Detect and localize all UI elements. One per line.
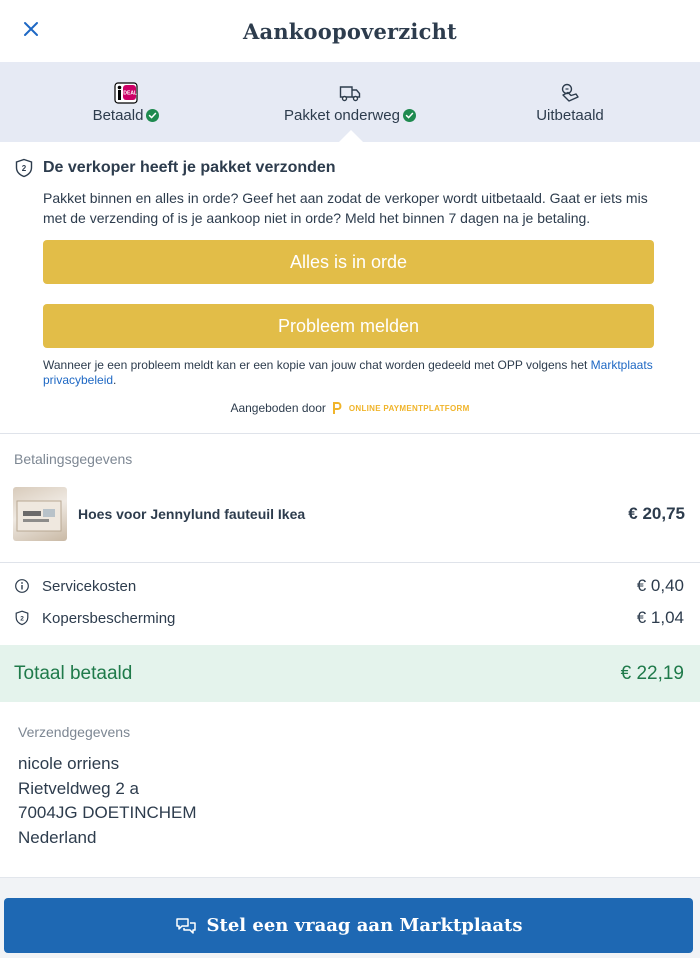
step-betaald: IDEAL Betaald [76, 62, 176, 142]
step-label: Uitbetaald [536, 107, 604, 124]
step-label: Pakket onderweg [284, 107, 400, 124]
address-name: nicole orriens [18, 754, 120, 773]
chat-bubbles-icon [175, 917, 196, 934]
svg-text:IDEAL: IDEAL [122, 91, 137, 97]
ask-question-button[interactable]: Stel een vraag aan Marktplaats [4, 898, 693, 953]
svg-text:2: 2 [22, 164, 27, 173]
shield-icon: 2 [15, 158, 33, 178]
page-title: Aankoopoverzicht [243, 18, 457, 44]
info-icon[interactable] [14, 578, 30, 594]
shield-icon[interactable]: 2 [14, 610, 30, 626]
ideal-icon: IDEAL [114, 82, 138, 104]
disclaimer-text: Wanneer je een probleem meldt kan er een… [43, 358, 653, 387]
divider [0, 433, 700, 434]
step-label: Betaald [92, 107, 144, 124]
provider-name: ONLINE PAYMENTPLATFORM [348, 403, 470, 413]
offered-by-label: Aangeboden door [230, 401, 326, 415]
svg-text:2: 2 [20, 616, 24, 623]
fee-value: € 1,04 [636, 608, 684, 627]
product-row: Hoes voor Jennylund fauteuil Ikea € 20,7… [13, 486, 685, 542]
total-value: € 22,19 [620, 662, 684, 684]
all-ok-button[interactable]: Alles is in orde [43, 240, 654, 284]
product-price: € 20,75 [628, 504, 685, 523]
divider [0, 562, 700, 563]
address-country: Nederland [18, 827, 97, 847]
fee-label: Servicekosten [42, 577, 137, 595]
header: Aankoopoverzicht [0, 0, 700, 62]
fee-value: € 0,40 [636, 576, 684, 595]
report-problem-button[interactable]: Probleem melden [43, 304, 654, 348]
product-thumbnail [13, 487, 67, 541]
notice-title: De verkoper heeft je pakket verzonden [43, 159, 336, 176]
total-bar: Totaal betaald € 22,19 [0, 645, 700, 702]
active-step-pointer [338, 130, 364, 143]
notice-body: Pakket binnen en alles in orde? Geef het… [43, 190, 648, 226]
product-name: Hoes voor Jennylund fauteuil Ikea [78, 506, 306, 522]
ask-question-label: Stel een vraag aan Marktplaats [206, 915, 523, 936]
checkmark-icon [402, 109, 416, 122]
step-uitbetaald: Uitbetaald [520, 62, 620, 142]
total-label: Totaal betaald [14, 662, 133, 684]
shipping-section-label: Verzendgegevens [18, 724, 131, 740]
address-postcode-city: 7004JG DOETINCHEM [18, 803, 197, 822]
close-icon [24, 22, 38, 36]
truck-icon [339, 86, 361, 102]
address-street: Rietveldweg 2 a [18, 778, 139, 798]
checkmark-icon [146, 109, 160, 122]
close-button[interactable] [16, 14, 46, 44]
opp-logo-icon [332, 402, 342, 414]
fee-label: Kopersbescherming [42, 609, 176, 627]
fee-row-buyer-protection: 2 Kopersbescherming € 1,04 [14, 608, 684, 628]
shipping-details: Verzendgegevens nicole orriens Rietveldw… [18, 724, 197, 850]
payment-section-label: Betalingsgegevens [14, 451, 133, 467]
hand-coin-icon [561, 83, 579, 102]
fee-row-service: Servicekosten € 0,40 [14, 576, 684, 596]
offered-by: Aangeboden door ONLINE PAYMENTPLATFORM [0, 401, 700, 415]
